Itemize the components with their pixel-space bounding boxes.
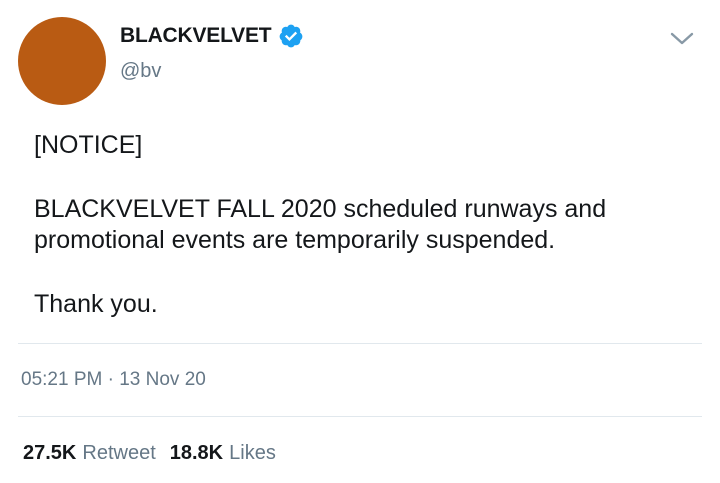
tweet-time: 05:21 PM bbox=[21, 369, 103, 390]
tweet-text-notice: [NOTICE] bbox=[34, 131, 143, 159]
retweet-label: Retweet bbox=[82, 442, 156, 464]
avatar[interactable] bbox=[18, 17, 106, 105]
likes-stat[interactable]: 18.8K Likes bbox=[170, 442, 276, 465]
verified-badge-icon bbox=[278, 23, 304, 49]
divider bbox=[18, 343, 702, 344]
tweet-stats: 27.5K Retweet 18.8K Likes bbox=[23, 442, 276, 465]
tweet-text-thanks: Thank you. bbox=[34, 290, 158, 318]
author-display-name[interactable]: BLACKVELVET bbox=[120, 24, 272, 48]
retweet-count: 27.5K bbox=[23, 442, 77, 464]
likes-count: 18.8K bbox=[169, 442, 224, 464]
timestamp-separator: · bbox=[107, 369, 114, 390]
divider bbox=[18, 416, 702, 417]
author-name-row: BLACKVELVET bbox=[120, 22, 304, 50]
author-handle[interactable]: @bv bbox=[120, 60, 161, 83]
tweet-timestamp[interactable]: 05:21 PM · 13 Nov 20 bbox=[21, 369, 206, 391]
likes-label: Likes bbox=[229, 442, 276, 464]
tweet-card: BLACKVELVET @bv [NOTICE] BLACKVELVET FAL… bbox=[0, 0, 720, 483]
tweet-text-line-2: promotional events are temporarily suspe… bbox=[34, 226, 556, 254]
chevron-down-icon[interactable] bbox=[669, 28, 695, 48]
retweet-stat[interactable]: 27.5K Retweet bbox=[23, 442, 156, 465]
tweet-text-line-1: BLACKVELVET FALL 2020 scheduled runways … bbox=[34, 195, 607, 223]
tweet-date: 13 Nov 20 bbox=[119, 369, 206, 390]
